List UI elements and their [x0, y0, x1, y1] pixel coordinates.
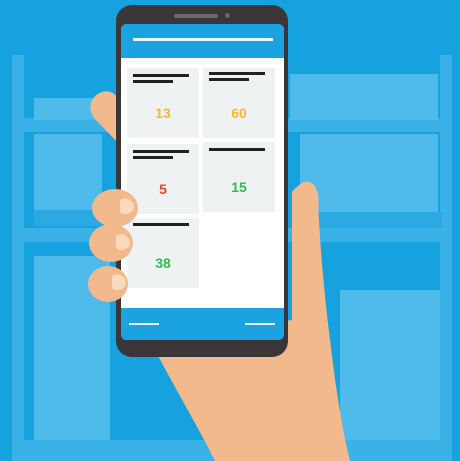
warehouse-illustration: 13 60 5 15 38 — [0, 0, 460, 461]
fingers-illustration — [88, 181, 319, 302]
